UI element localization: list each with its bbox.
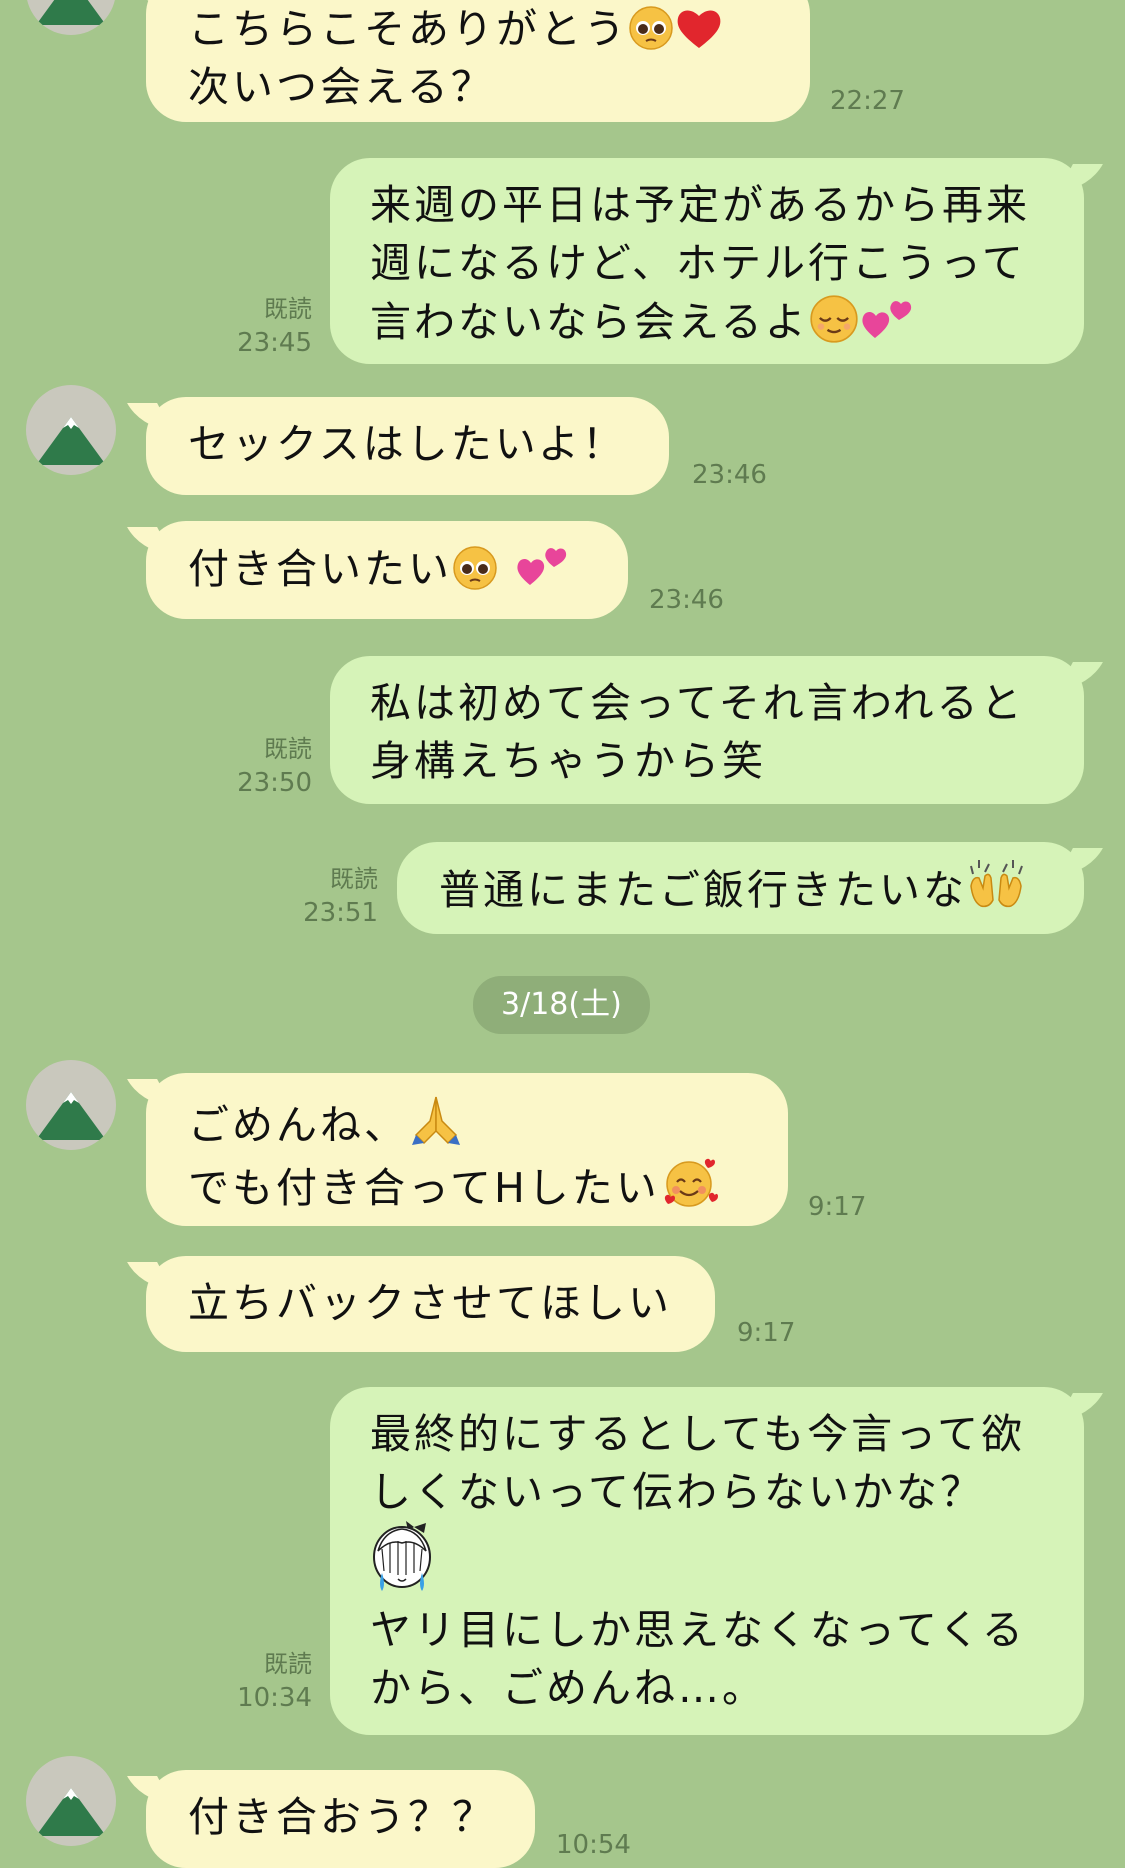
message-time: 23:50 — [237, 768, 312, 798]
message-bubble-outgoing[interactable]: 最終的にするとしても今言って欲 しくないって伝わらないかな？ ヤリ目にしか思えな… — [330, 1387, 1084, 1735]
contact-avatar[interactable] — [26, 1060, 116, 1150]
pleading-face-icon — [453, 546, 497, 590]
message-time: 22:27 — [830, 86, 905, 116]
message-time: 23:51 — [303, 898, 378, 928]
red-heart-icon — [677, 10, 721, 48]
message-line: 身構えちゃうから笑 — [370, 737, 766, 785]
message-bubble-outgoing[interactable]: 普通にまたご飯行きたいな — [397, 842, 1084, 934]
message-line: ごめんね、 — [188, 1091, 752, 1154]
message-line: 普通にまたご飯行きたいな — [439, 856, 1054, 919]
message-time: 10:54 — [556, 1830, 631, 1860]
sticker-line — [370, 1521, 1054, 1601]
relieved-face-icon — [810, 295, 858, 343]
message-line: 最終的にするとしても今言って欲 — [370, 1410, 1026, 1458]
read-receipt: 既読 — [264, 295, 312, 323]
message-line: から、ごめんね…。 — [370, 1664, 766, 1712]
message-line: 週になるけど、ホテル行こうって — [370, 239, 1026, 287]
message-bubble-incoming[interactable]: こちらこそありがとう 次いつ会える？ — [146, 0, 810, 122]
read-receipt: 既読 — [264, 1650, 312, 1678]
mountain-icon — [36, 417, 106, 465]
date-divider: 3/18(土) — [473, 976, 650, 1034]
raising-hands-icon — [970, 860, 1023, 908]
message-bubble-incoming[interactable]: 立ちバックさせてほしい — [146, 1256, 715, 1352]
two-hearts-icon — [862, 301, 911, 338]
message-line: 付き合おう？？ — [188, 1793, 496, 1841]
read-receipt: 既読 — [330, 865, 378, 893]
mountain-icon — [36, 1788, 106, 1836]
message-bubble-outgoing[interactable]: 私は初めて会ってそれ言われると 身構えちゃうから笑 — [330, 656, 1084, 804]
message-time: 23:45 — [237, 328, 312, 358]
contact-avatar[interactable] — [26, 385, 116, 475]
read-receipt: 既読 — [264, 735, 312, 763]
contact-avatar[interactable] — [26, 1756, 116, 1846]
message-time: 23:46 — [649, 585, 724, 615]
message-bubble-incoming[interactable]: ごめんね、 でも付き合ってHしたい — [146, 1073, 788, 1226]
message-meta: 既読 23:50 — [222, 732, 312, 800]
smiling-face-with-hearts-icon — [664, 1158, 718, 1207]
message-line: 立ちバックさせてほしい — [188, 1279, 672, 1327]
message-line: 次いつ会える？ — [188, 63, 495, 111]
message-line: 来週の平日は予定があるから再来 — [370, 181, 1030, 229]
message-time: 9:17 — [808, 1192, 867, 1222]
pleading-face-icon — [629, 6, 673, 50]
message-line: しくないって伝わらないかな？ — [370, 1468, 984, 1516]
message-bubble-outgoing[interactable]: 来週の平日は予定があるから再来 週になるけど、ホテル行こうって 言わないなら会え… — [330, 158, 1084, 364]
message-bubble-incoming[interactable]: セックスはしたいよ！ — [146, 397, 669, 495]
message-meta: 既読 23:51 — [288, 862, 378, 930]
message-line: ヤリ目にしか思えなくなってくる — [370, 1606, 1026, 1654]
message-meta: 既読 10:34 — [222, 1647, 312, 1715]
message-time: 23:46 — [692, 460, 767, 490]
message-bubble-incoming[interactable]: 付き合おう？？ — [146, 1770, 535, 1868]
message-line: セックスはしたいよ！ — [188, 420, 626, 468]
message-line: こちらこそありがとう — [188, 0, 774, 58]
two-hearts-icon — [517, 548, 567, 585]
folded-hands-icon — [412, 1096, 460, 1145]
message-line: 付き合いたい — [188, 539, 592, 598]
message-line: でも付き合ってHしたい — [188, 1154, 752, 1217]
message-bubble-incoming[interactable]: 付き合いたい — [146, 521, 628, 619]
message-time: 10:34 — [237, 1683, 312, 1713]
crying-girl-sticker-icon — [373, 1521, 431, 1591]
message-meta: 既読 23:45 — [222, 292, 312, 360]
message-line: 言わないなら会えるよ — [370, 292, 1054, 351]
message-line: 私は初めて会ってそれ言われると — [370, 679, 1025, 727]
mountain-icon — [36, 1092, 106, 1140]
contact-avatar[interactable] — [26, 0, 116, 35]
message-time: 9:17 — [737, 1318, 796, 1348]
mountain-icon — [36, 0, 106, 25]
